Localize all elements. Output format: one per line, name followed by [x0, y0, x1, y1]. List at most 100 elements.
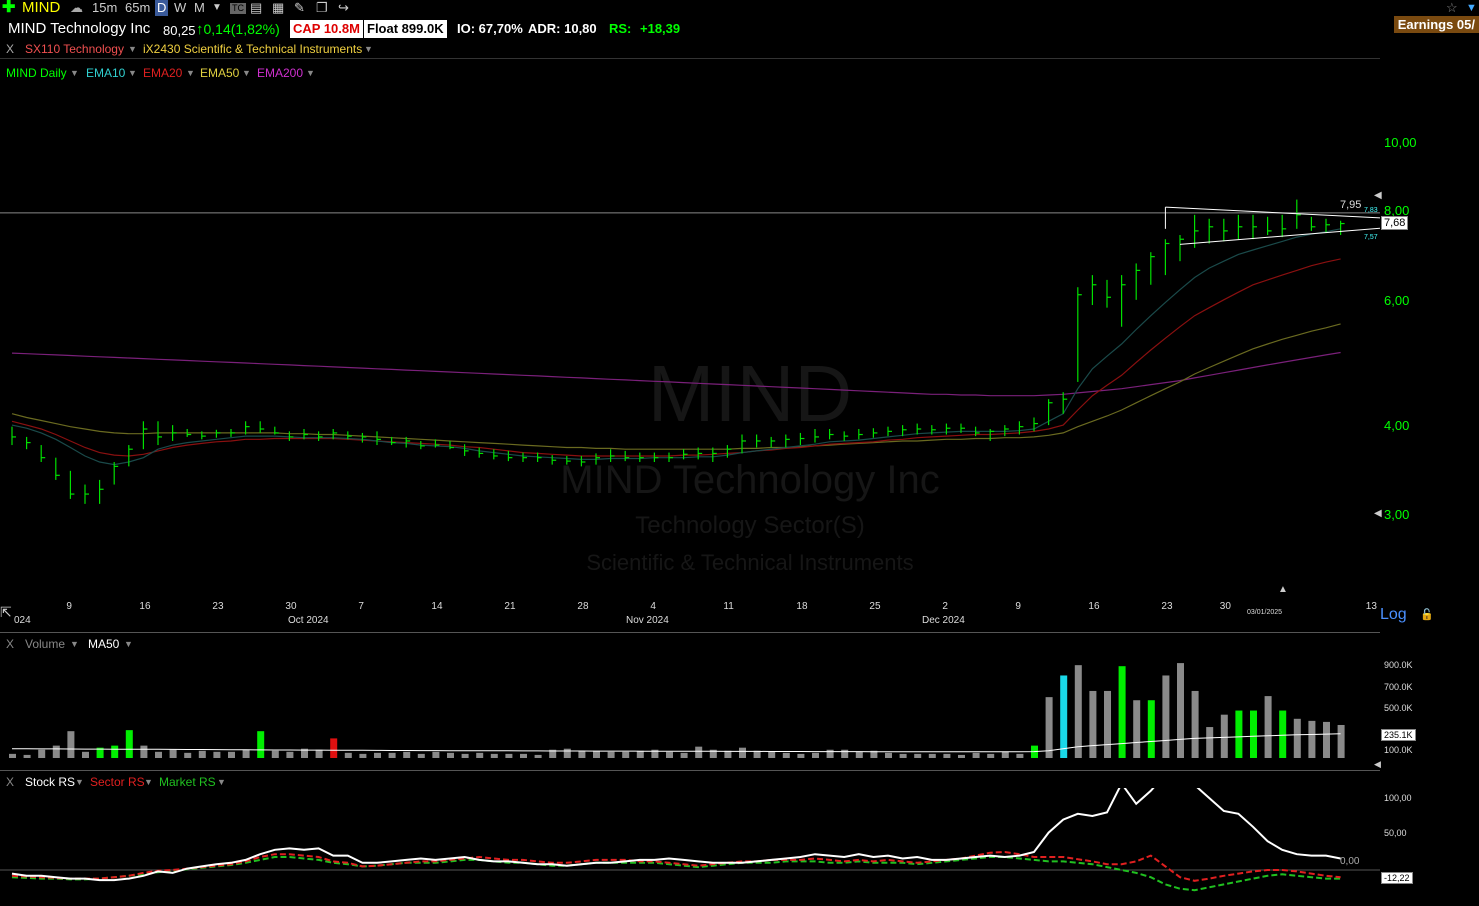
drag-handle-icon[interactable]: ⇱: [0, 604, 12, 621]
collapse-icon[interactable]: ▼: [1466, 0, 1477, 16]
lock-icon[interactable]: 🔓: [1420, 608, 1434, 621]
date-tick-label: 28: [577, 601, 589, 612]
volume-bar: [257, 731, 265, 758]
price-chart[interactable]: [0, 60, 1380, 600]
volume-bar: [242, 749, 250, 758]
rs-axis-label: 100,00: [1384, 793, 1412, 803]
adr-value: ADR: 10,80: [528, 21, 597, 36]
float-badge: Float 899.0K: [364, 20, 447, 38]
volume-bar: [826, 749, 834, 758]
share-icon[interactable]: ↪: [338, 0, 349, 16]
timeframe-dropdown-icon[interactable]: ▼: [212, 0, 222, 16]
add-symbol-icon[interactable]: ✚: [2, 0, 15, 16]
volume-last-box: 235.1K: [1381, 729, 1416, 741]
star-icon[interactable]: ☆: [1446, 0, 1458, 16]
volume-bar: [461, 753, 469, 758]
volume-bar: [125, 730, 133, 758]
timeframe-15m[interactable]: 15m: [92, 0, 117, 16]
date-tick-label: 16: [1088, 601, 1100, 612]
rs-close-icon[interactable]: X: [6, 775, 14, 789]
sector-close-icon[interactable]: X: [6, 42, 14, 56]
volume-bar: [622, 751, 630, 758]
industry-label[interactable]: iX2430 Scientific & Technical Instrument…: [143, 42, 362, 56]
volume-bar: [1235, 710, 1243, 758]
industry-dropdown-icon[interactable]: ▼: [364, 44, 373, 54]
sector-rs-dropdown-icon[interactable]: ▼: [144, 777, 153, 787]
grid-icon[interactable]: ▦: [272, 0, 284, 16]
volume-chart[interactable]: [0, 650, 1380, 770]
volume-bar: [855, 751, 863, 758]
rs-zero-label: 0,00: [1340, 856, 1360, 867]
volume-bar: [447, 752, 454, 758]
log-scale-toggle[interactable]: Log: [1380, 606, 1407, 624]
volume-bar: [534, 754, 542, 758]
price-pointer-icon: ◀: [1374, 508, 1382, 519]
volume-bar: [1045, 697, 1053, 758]
market-rs-dropdown-icon[interactable]: ▼: [217, 777, 226, 787]
ema200-line: [11, 351, 1341, 397]
cloud-icon[interactable]: ☁: [70, 0, 83, 16]
high-pointer-icon: ◀: [1374, 190, 1382, 201]
legend-sector-rs[interactable]: Sector RS: [90, 775, 145, 789]
legend-volume[interactable]: Volume: [25, 637, 65, 651]
volume-bar: [695, 746, 703, 758]
legend-ma50[interactable]: MA50: [88, 637, 119, 651]
volume-bar: [1089, 690, 1097, 758]
ma50-dropdown-icon[interactable]: ▼: [124, 639, 133, 649]
rs-value: +18,39: [640, 21, 681, 36]
volume-bar: [739, 747, 746, 758]
tc-icon[interactable]: TC: [230, 3, 246, 14]
volume-bar: [899, 753, 907, 758]
volume-bar: [271, 750, 279, 758]
volume-dropdown-icon[interactable]: ▼: [70, 639, 79, 649]
price-axis-label: 10,00: [1384, 135, 1417, 150]
date-tick-label: 9: [66, 601, 72, 612]
volume-bar: [1104, 690, 1111, 758]
timeframe-weekly[interactable]: W: [174, 0, 186, 16]
volume-close-icon[interactable]: X: [6, 637, 14, 651]
symbol-info-row: MIND Technology Inc 80,25 ↑0,14(1,82%) C…: [0, 18, 1479, 40]
sector-dropdown-icon[interactable]: ▼: [128, 44, 137, 54]
legend-market-rs[interactable]: Market RS: [159, 775, 216, 789]
chart-type-icon[interactable]: ▤: [250, 0, 262, 16]
month-label: Dec 2024: [922, 615, 965, 626]
volume-bar: [914, 753, 922, 758]
volume-bar: [155, 751, 162, 758]
stock-rs-dropdown-icon[interactable]: ▼: [75, 777, 84, 787]
date-tick-label: 16: [139, 601, 151, 612]
symbol-input[interactable]: MIND: [22, 0, 60, 16]
month-label: Oct 2024: [288, 615, 329, 626]
volume-bar: [169, 749, 177, 758]
last-price: 80,25: [163, 23, 196, 38]
rs-chart[interactable]: [0, 788, 1380, 906]
sector-label[interactable]: SX110 Technology: [25, 42, 124, 56]
volume-bar: [315, 749, 323, 758]
month-label: 024: [14, 615, 31, 626]
volume-bar: [797, 753, 805, 758]
timeframe-65m[interactable]: 65m: [125, 0, 150, 16]
earnings-badge[interactable]: Earnings 05/: [1393, 16, 1479, 33]
draw-icon[interactable]: ✎: [294, 0, 305, 16]
timeframe-daily[interactable]: D: [155, 0, 169, 16]
volume-bar: [1001, 751, 1009, 758]
volume-bar: [841, 749, 849, 758]
volume-bar: [374, 752, 381, 758]
timeframe-monthly[interactable]: M: [194, 0, 205, 16]
scroll-up-icon[interactable]: ▲: [1278, 584, 1288, 595]
legend-stock-rs[interactable]: Stock RS: [25, 775, 75, 789]
volume-bar: [958, 754, 965, 758]
last-price-box: 7,68: [1381, 216, 1409, 230]
date-tick-label: 30: [1219, 601, 1231, 612]
volume-bar: [198, 750, 206, 758]
ema10-line: [11, 228, 1341, 466]
copy-icon[interactable]: ❐: [316, 0, 328, 16]
rs-axis-label: 50,00: [1384, 828, 1407, 838]
cursor-date-label: 03/01/2025: [1247, 609, 1283, 616]
volume-bar: [490, 753, 498, 758]
rs-last-box: -12,22: [1381, 872, 1413, 884]
volume-rs-divider: [0, 770, 1380, 771]
market-cap-badge: CAP 10.8M: [290, 20, 363, 38]
volume-bar: [140, 745, 148, 758]
volume-bar: [330, 738, 338, 758]
volume-bar: [972, 752, 980, 758]
